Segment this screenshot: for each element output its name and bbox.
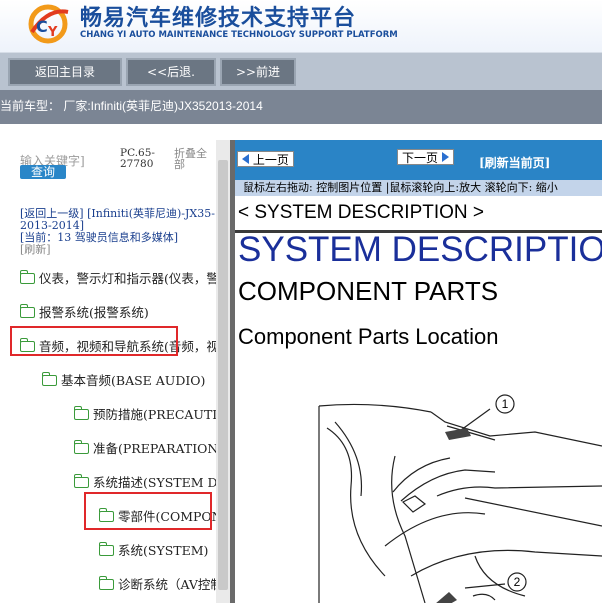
viewer-hint: 鼠标左右拖动: 控制图片位置 |鼠标滚轮向上:放大 滚轮向下: 缩小 [235,180,602,196]
collapse-all-button[interactable]: 折叠全部 [174,148,216,170]
tree-item[interactable]: 报警系统(报警系统) [20,302,149,322]
folder-icon [20,270,35,284]
tree-item[interactable]: 准备(PREPARATION) [74,438,218,458]
current-vehicle-bar: 当前车型： 厂家:Infiniti(英菲尼迪)JX352013-2014 [0,90,602,124]
scrollbar-thumb[interactable] [218,160,228,590]
next-page-button[interactable]: 下一页 [397,149,454,165]
pc-code: PC.65-27780 [120,147,155,170]
folder-icon [74,440,89,454]
search-button[interactable]: 查询 [20,165,66,179]
navigation-tree-pane: 输入关键字] 查询 PC.65-27780 折叠全部 [返回上一级] [Infi… [0,140,218,603]
svg-text:C: C [36,17,48,36]
main-toolbar: 返回主目录 <<后退. >>前进 [0,52,602,91]
current-vehicle-label: 当前车型： 厂家:Infiniti(英菲尼迪)JX352013-2014 [0,99,263,113]
highlight-box [10,326,178,356]
tree-item[interactable]: 诊断系统（AV控制单元） [99,574,218,594]
arrow-left-icon [242,154,249,164]
tree-scrollbar[interactable] [216,140,230,603]
tree-item[interactable]: 基本音频(BASE AUDIO) [42,370,205,390]
folder-icon [42,372,57,386]
refresh-tree-link[interactable]: [刷新] [20,243,51,256]
forward-button[interactable]: >>前进 [220,58,296,86]
page-nav-bar: 上一页 下一页 [刷新当前页] [235,140,602,180]
tree-item[interactable]: 系统(SYSTEM) [99,540,208,560]
callout-2-label: 2 [514,575,521,589]
folder-icon [74,406,89,420]
refresh-page-button[interactable]: [刷新当前页] [479,154,550,171]
folder-icon [99,576,114,590]
arrow-right-icon [441,152,449,162]
tree-item[interactable]: 系统描述(SYSTEM DESCRIPTION) [74,472,218,492]
cy-logo-icon: C Y [28,4,69,44]
highlight-box [84,492,212,530]
breadcrumb: [返回上一级] [Infiniti(英菲尼迪)-JX35-2013-2014] … [20,208,216,256]
folder-icon [99,542,114,556]
back-button[interactable]: <<后退. [126,58,216,86]
home-button[interactable]: 返回主目录 [8,58,122,86]
callout-1-label: 1 [502,397,509,411]
app-title: 畅易汽车维修技术支持平台 [80,6,357,31]
document-viewer: 上一页 下一页 [刷新当前页] 鼠标左右拖动: 控制图片位置 |鼠标滚轮向上:放… [235,140,602,603]
folder-icon [20,304,35,318]
app-subtitle: CHANG YI AUTO MAINTENANCE TECHNOLOGY SUP… [80,30,398,40]
app-header: C Y 畅易汽车维修技术支持平台 CHANG YI AUTO MAINTENAN… [0,0,602,52]
tree-item[interactable]: 仪表，警示灯和指示器(仪表，警 [20,268,218,288]
manual-page[interactable]: < SYSTEM DESCRIPTION > SYSTEM DESCRIPTIO… [235,196,602,603]
svg-text:Y: Y [47,25,58,40]
folder-icon [74,474,89,488]
prev-page-button[interactable]: 上一页 [237,151,294,167]
tree-item[interactable]: 预防措施(PRECAUTION) [74,404,218,424]
component-diagram: 1 2 [318,394,602,603]
